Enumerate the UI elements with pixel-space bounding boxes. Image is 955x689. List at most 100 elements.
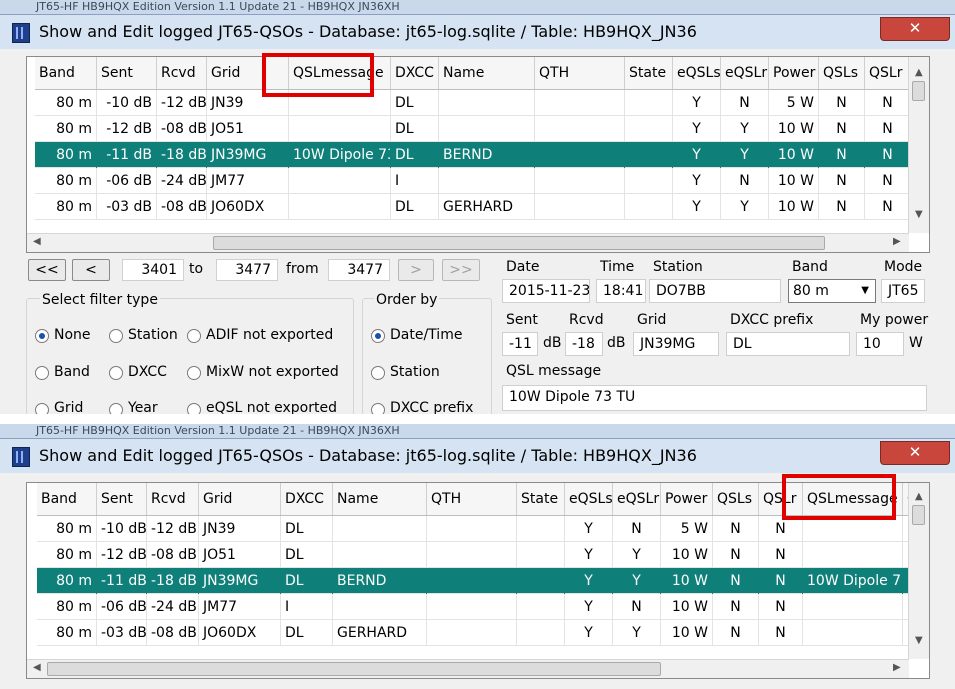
filter-label-year[interactable]: Year	[128, 400, 158, 414]
cell-qsls[interactable]: N	[819, 168, 865, 194]
column-header-rcvd[interactable]: Rcvd	[157, 57, 207, 89]
cell-name[interactable]	[333, 542, 427, 568]
table-row[interactable]: 80 m -06 dB -24 dB JM77 I Y N 10 WNN	[35, 168, 929, 194]
last-button[interactable]: >>	[442, 259, 480, 281]
qsl-message-field[interactable]: 10W Dipole 73 TU	[502, 385, 927, 411]
cell-grid[interactable]: JM77	[207, 168, 289, 194]
cell-qslr[interactable]: N	[865, 194, 911, 220]
cell-dxcc[interactable]: DL	[281, 516, 333, 542]
scroll-right-icon[interactable]: ▶	[893, 236, 901, 247]
order-label-station[interactable]: Station	[390, 364, 440, 380]
total-records-field[interactable]: 3477	[328, 259, 390, 281]
scroll-thumb[interactable]	[912, 81, 925, 101]
cell-band[interactable]: 80 m	[35, 194, 97, 220]
column-header-eqslr[interactable]: eQSLr	[613, 483, 661, 515]
cell-qth[interactable]	[535, 116, 625, 142]
cell-sent[interactable]: -11 dB	[97, 568, 147, 594]
cell-rcvd[interactable]: -24 dB	[157, 168, 207, 194]
cell-band[interactable]: 80 m	[37, 542, 97, 568]
cell-qsls[interactable]: N	[819, 194, 865, 220]
column-header-band[interactable]: Band	[35, 57, 97, 89]
cell-qth[interactable]	[535, 90, 625, 116]
cell-sent[interactable]: -10 dB	[97, 90, 157, 116]
cell-grid[interactable]: JN39	[207, 90, 289, 116]
cell-power[interactable]: 10 W	[661, 620, 713, 646]
cell-rcvd[interactable]: -24 dB	[147, 594, 199, 620]
filter-label-band[interactable]: Band	[54, 364, 90, 380]
cell-dxcc[interactable]: I	[391, 168, 439, 194]
scroll-down-icon[interactable]: ▼	[915, 209, 923, 220]
cell-name[interactable]: BERND	[439, 142, 535, 168]
cell-qslmessage[interactable]	[803, 516, 903, 542]
scroll-right-icon[interactable]: ▶	[893, 662, 901, 673]
cell-qslmessage[interactable]	[803, 620, 903, 646]
table-row[interactable]: 80 m -03 dB -08 dB JO60DX DL GERHARD Y Y 10 WNN	[37, 620, 929, 646]
order-label-datetime[interactable]: Date/Time	[390, 327, 462, 343]
cell-dxcc[interactable]: DL	[281, 568, 333, 594]
cell-qslr[interactable]: N	[759, 516, 803, 542]
filter-label-grid[interactable]: Grid	[54, 400, 83, 414]
cell-sent[interactable]: -06 dB	[97, 168, 157, 194]
cell-qslmessage[interactable]	[803, 542, 903, 568]
cell-qslr[interactable]: N	[759, 594, 803, 620]
cell-eqsls[interactable]: Y	[565, 542, 613, 568]
cell-qth[interactable]	[427, 516, 517, 542]
cell-power[interactable]: 10 W	[769, 142, 819, 168]
cell-eqslr[interactable]: Y	[613, 620, 661, 646]
cell-eqslr[interactable]: Y	[613, 568, 661, 594]
filter-label-dxcc[interactable]: DXCC	[128, 364, 167, 380]
cell-power[interactable]: 10 W	[769, 194, 819, 220]
cell-power[interactable]: 10 W	[769, 168, 819, 194]
cell-band[interactable]: 80 m	[35, 116, 97, 142]
scroll-up-icon[interactable]: ▲	[915, 67, 923, 78]
date-field[interactable]: 2015-11-23	[502, 279, 590, 303]
scroll-up-icon[interactable]: ▲	[915, 491, 923, 502]
cell-state[interactable]	[625, 90, 673, 116]
cell-qslmessage[interactable]	[289, 194, 391, 220]
cell-eqslr[interactable]: N	[721, 90, 769, 116]
cell-rcvd[interactable]: -08 dB	[147, 620, 199, 646]
from-record-field[interactable]: 3401	[122, 259, 184, 281]
cell-power[interactable]: 10 W	[661, 542, 713, 568]
filter-radio-adif[interactable]	[187, 329, 201, 343]
cell-qsls[interactable]: N	[819, 116, 865, 142]
cell-qth[interactable]	[535, 194, 625, 220]
cell-eqslr[interactable]: Y	[721, 194, 769, 220]
cell-qslmessage[interactable]: 10W Dipole 73	[803, 568, 903, 594]
cell-qth[interactable]	[427, 568, 517, 594]
cell-sent[interactable]: -06 dB	[97, 594, 147, 620]
table-row[interactable]: 80 m -11 dB -18 dB JN39MG DL BERND Y Y 10 W N N 10W…	[37, 568, 929, 594]
time-field[interactable]: 18:41	[596, 279, 646, 303]
cell-eqslr[interactable]: Y	[721, 116, 769, 142]
cell-rcvd[interactable]: -12 dB	[157, 90, 207, 116]
cell-qth[interactable]	[535, 142, 625, 168]
filter-label-adif[interactable]: ADIF not exported	[206, 327, 333, 343]
cell-band[interactable]: 80 m	[37, 620, 97, 646]
vertical-scrollbar-2[interactable]: ▲ ▼	[908, 483, 929, 659]
cell-eqsls[interactable]: Y	[673, 90, 721, 116]
column-header-band[interactable]: Band	[37, 483, 97, 515]
cell-name[interactable]	[439, 116, 535, 142]
column-header-qslr[interactable]: QSLr	[759, 483, 803, 515]
cell-band[interactable]: 80 m	[37, 594, 97, 620]
cell-rcvd[interactable]: -08 dB	[157, 194, 207, 220]
scroll-thumb-h-2[interactable]	[47, 662, 661, 676]
column-header-dxcc[interactable]: DXCC	[281, 483, 333, 515]
table-row[interactable]: 80 m -12 dB -08 dB JO51 DL Y Y 10 WNN	[37, 542, 929, 568]
cell-name[interactable]	[439, 168, 535, 194]
order-radio-station[interactable]	[371, 366, 385, 380]
cell-dxcc[interactable]: DL	[391, 142, 439, 168]
cell-power[interactable]: 10 W	[769, 116, 819, 142]
filter-radio-eqsl[interactable]	[187, 403, 201, 414]
cell-band[interactable]: 80 m	[37, 568, 97, 594]
cell-state[interactable]	[517, 516, 565, 542]
filter-radio-grid[interactable]	[35, 403, 49, 414]
cell-qslr[interactable]: N	[759, 620, 803, 646]
cell-dxcc[interactable]: DL	[391, 116, 439, 142]
scroll-thumb-2[interactable]	[912, 505, 925, 525]
cell-sent[interactable]: -11 dB	[97, 142, 157, 168]
cell-qslr[interactable]: N	[865, 116, 911, 142]
cell-qth[interactable]	[427, 594, 517, 620]
filter-label-eqsl[interactable]: eQSL not exported	[206, 400, 337, 414]
order-label-dxcc[interactable]: DXCC prefix	[390, 400, 473, 414]
